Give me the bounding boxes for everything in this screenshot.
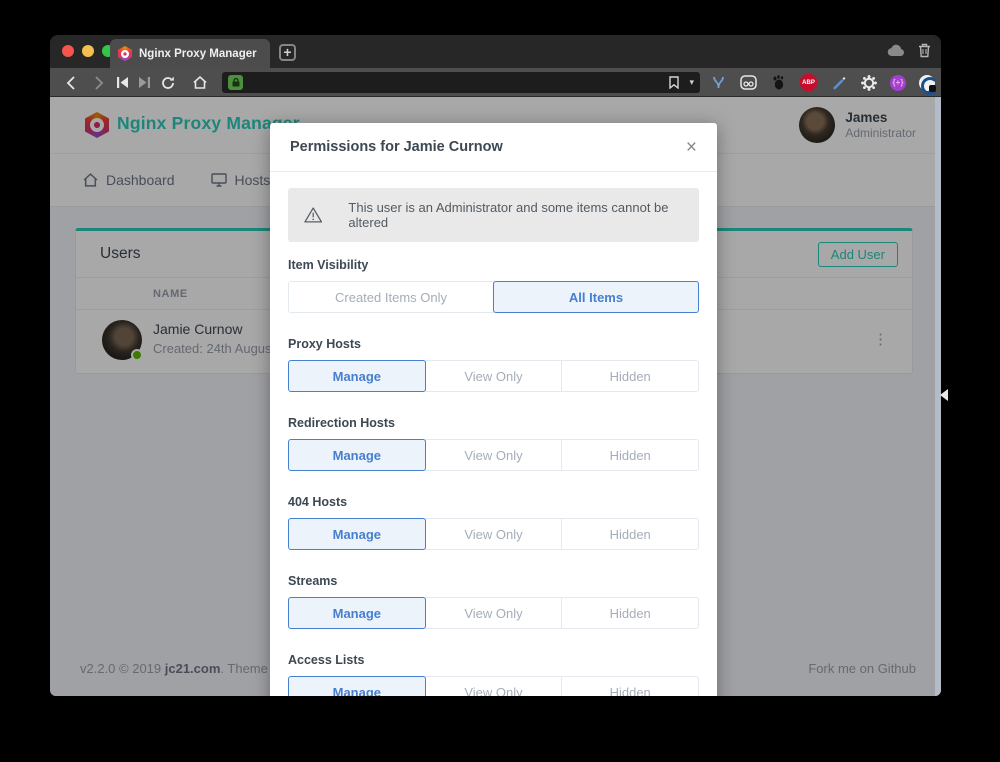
404-hosts-manage-button[interactable]: Manage: [288, 518, 426, 550]
reload-icon[interactable]: [156, 68, 180, 97]
streams-hidden-button[interactable]: Hidden: [561, 597, 699, 629]
bookmark-icon[interactable]: [669, 76, 679, 89]
section-label: Proxy Hosts: [288, 337, 699, 351]
404-hosts-view-only-button[interactable]: View Only: [425, 518, 563, 550]
section-proxy-hosts: Proxy Hosts Manage View Only Hidden: [288, 337, 699, 392]
section-label: Streams: [288, 574, 699, 588]
extension-branch-icon[interactable]: [710, 74, 727, 91]
redirection-hosts-view-only-button[interactable]: View Only: [425, 439, 563, 471]
redirection-hosts-hidden-button[interactable]: Hidden: [561, 439, 699, 471]
screenshot-stage: Nginx Proxy Manager +: [0, 0, 1000, 762]
secure-padlock-icon[interactable]: [228, 75, 243, 90]
warning-triangle-icon: [304, 206, 322, 224]
redirection-hosts-manage-button[interactable]: Manage: [288, 439, 426, 471]
bookmark-caret-icon[interactable]: ▾: [689, 77, 694, 88]
back-icon[interactable]: [59, 68, 81, 97]
section-label: Item Visibility: [288, 258, 699, 272]
visibility-created-items-only-button[interactable]: Created Items Only: [288, 281, 494, 313]
proxy-hosts-manage-button[interactable]: Manage: [288, 360, 426, 392]
extension-purple-icon[interactable]: {+}: [890, 75, 906, 91]
extension-pen-icon[interactable]: [830, 74, 847, 91]
forward-icon[interactable]: [88, 68, 110, 97]
browser-tab[interactable]: Nginx Proxy Manager: [110, 39, 270, 68]
alert-text: This user is an Administrator and some i…: [348, 200, 683, 230]
browser-tab-bar: Nginx Proxy Manager +: [50, 35, 941, 68]
sync-cloud-icon[interactable]: [887, 44, 905, 57]
extension-gear-icon[interactable]: [860, 74, 877, 91]
permissions-modal: Permissions for Jamie Curnow × This user…: [270, 123, 717, 696]
access-lists-manage-button[interactable]: Manage: [288, 676, 426, 696]
close-icon[interactable]: ×: [686, 138, 697, 157]
section-label: Access Lists: [288, 653, 699, 667]
purple-icon-glyph: {+}: [893, 78, 904, 87]
section-access-lists: Access Lists Manage View Only Hidden: [288, 653, 699, 696]
npm-favicon-icon: [118, 46, 132, 61]
tab-title: Nginx Proxy Manager: [139, 48, 257, 60]
section-404-hosts: 404 Hosts Manage View Only Hidden: [288, 495, 699, 550]
minimize-window-button[interactable]: [82, 45, 94, 57]
address-bar[interactable]: ▾: [222, 72, 700, 93]
close-window-button[interactable]: [62, 45, 74, 57]
streams-manage-button[interactable]: Manage: [288, 597, 426, 629]
trash-icon[interactable]: [918, 43, 931, 58]
browser-nav-bar: ▾ ABP {+}: [50, 68, 941, 97]
proxy-hosts-hidden-button[interactable]: Hidden: [561, 360, 699, 392]
section-label: 404 Hosts: [288, 495, 699, 509]
section-streams: Streams Manage View Only Hidden: [288, 574, 699, 629]
404-hosts-hidden-button[interactable]: Hidden: [561, 518, 699, 550]
rewind-icon[interactable]: [112, 68, 132, 97]
section-redirection-hosts: Redirection Hosts Manage View Only Hidde…: [288, 416, 699, 471]
panel-toggle-arrow-icon[interactable]: [940, 389, 948, 401]
modal-title: Permissions for Jamie Curnow: [290, 139, 503, 155]
access-lists-hidden-button[interactable]: Hidden: [561, 676, 699, 696]
proxy-hosts-view-only-button[interactable]: View Only: [425, 360, 563, 392]
section-label: Redirection Hosts: [288, 416, 699, 430]
extension-row: ABP {+}: [710, 68, 935, 97]
access-lists-view-only-button[interactable]: View Only: [425, 676, 563, 696]
extension-robot-icon[interactable]: [740, 74, 757, 91]
section-item-visibility: Item Visibility Created Items Only All I…: [288, 258, 699, 313]
browser-window: Nginx Proxy Manager +: [50, 35, 941, 696]
fast-forward-icon[interactable]: [134, 68, 154, 97]
visibility-all-items-button[interactable]: All Items: [493, 281, 699, 313]
extension-adblock-icon[interactable]: ABP: [800, 74, 817, 91]
new-tab-button[interactable]: +: [279, 44, 296, 61]
admin-alert: This user is an Administrator and some i…: [288, 188, 699, 242]
extension-foot-icon[interactable]: [770, 74, 787, 91]
extension-privacy-icon[interactable]: [919, 75, 935, 91]
page-viewport: Nginx Proxy Manager James Administrator …: [50, 97, 941, 696]
home-icon[interactable]: [188, 68, 212, 97]
window-controls: [62, 45, 114, 57]
streams-view-only-button[interactable]: View Only: [425, 597, 563, 629]
